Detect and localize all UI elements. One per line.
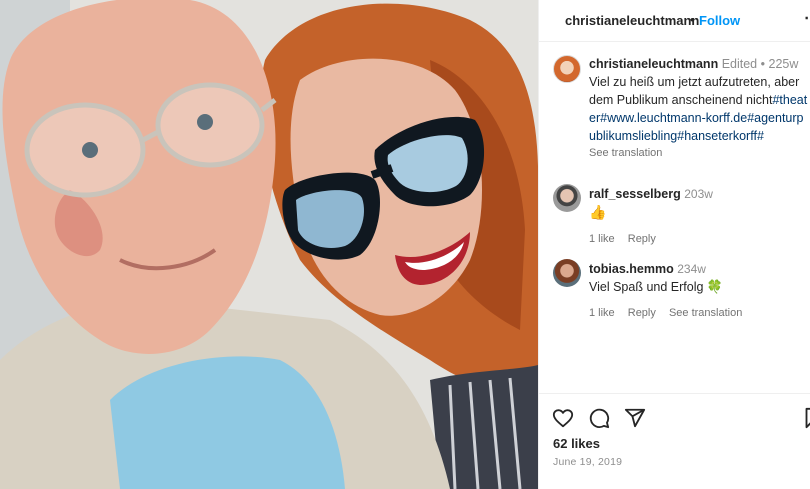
four-leaf-clover-icon: 🍀 — [706, 279, 724, 294]
comment-item: tobias.hemmo 234w Viel Spaß und Erfolg 🍀… — [589, 260, 805, 320]
commenter-avatar[interactable] — [553, 259, 581, 287]
bookmark-icon[interactable] — [804, 407, 810, 429]
comment-reply-button[interactable]: Reply — [628, 233, 656, 245]
post-photo — [0, 0, 538, 489]
comment-icon[interactable] — [588, 407, 610, 429]
post-caption: christianeleuchtmann Edited • 225w Viel … — [589, 55, 809, 160]
caption-see-translation[interactable]: See translation — [589, 146, 809, 160]
post-header: christianeleuchtmann • Follow ⋯ — [539, 0, 810, 42]
caption-edited: Edited — [721, 57, 758, 71]
hashtag-empty[interactable]: # — [757, 129, 764, 143]
comment-like-count[interactable]: 1 like — [589, 307, 615, 319]
comment-reply-button[interactable]: Reply — [628, 307, 656, 319]
post-date[interactable]: June 19, 2019 — [553, 456, 622, 468]
comment-text: Viel Spaß und Erfolg — [589, 280, 704, 294]
comment-username[interactable]: tobias.hemmo — [589, 262, 674, 276]
comment-username[interactable]: ralf_sesselberg — [589, 187, 681, 201]
author-username[interactable]: christianeleuchtmann — [565, 13, 699, 28]
comment-see-translation[interactable]: See translation — [669, 307, 742, 319]
hashtag-hanseterkorff[interactable]: #hanseterkorff — [677, 129, 757, 143]
thumbs-up-icon: 👍 — [589, 204, 607, 220]
caption-separator: • — [760, 57, 766, 71]
hashtag-website[interactable]: #www.leuchtmann-korff.de — [600, 111, 747, 125]
comment-time[interactable]: 234w — [677, 262, 706, 276]
caption-text: Viel zu heiß um jetzt aufzutreten, aber … — [589, 75, 800, 107]
post-side-panel: christianeleuchtmann • Follow ⋯ christia… — [538, 0, 810, 489]
comment-like-count[interactable]: 1 like — [589, 233, 615, 245]
comment-item: ralf_sesselberg 203w 👍 1 like Reply — [589, 185, 805, 246]
follow-button[interactable]: Follow — [699, 13, 740, 28]
caption-time[interactable]: 225w — [769, 57, 799, 71]
like-count[interactable]: 62 likes — [553, 436, 600, 451]
post-photo-illustration — [0, 0, 538, 489]
separator-dot: • — [690, 12, 695, 27]
heart-icon[interactable] — [552, 407, 574, 429]
share-icon[interactable] — [624, 407, 646, 429]
caption-username[interactable]: christianeleuchtmann — [589, 57, 718, 71]
author-avatar[interactable] — [553, 55, 581, 83]
comment-time[interactable]: 203w — [684, 187, 713, 201]
commenter-avatar[interactable] — [553, 184, 581, 212]
more-options-icon[interactable]: ⋯ — [804, 8, 810, 28]
